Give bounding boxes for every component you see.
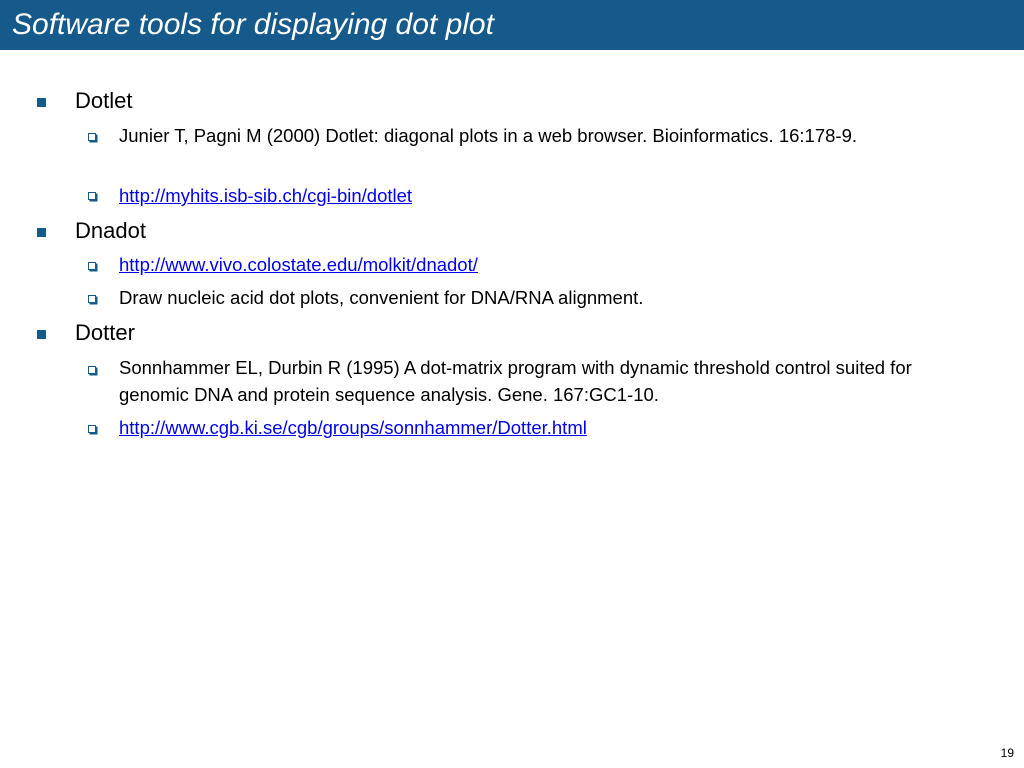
box-bullet-icon [88,192,96,200]
list-item-dotlet: Dotlet [75,88,133,113]
box-bullet-icon [88,262,96,270]
square-bullet-icon [37,330,46,339]
title-bar: Software tools for displaying dot plot [0,0,1024,50]
box-bullet-icon [88,295,96,303]
square-bullet-icon [37,228,46,237]
box-bullet-icon [88,366,96,374]
square-bullet-icon [37,98,46,107]
box-bullet-icon [88,425,96,433]
slide-title: Software tools for displaying dot plot [12,8,494,41]
list-item-dotter: Dotter [75,320,135,345]
page-number: 19 [1000,746,1014,760]
list-subitem-description: Draw nucleic acid dot plots, convenient … [119,287,644,308]
list-subitem-citation: Junier T, Pagni M (2000) Dotlet: diagona… [119,125,857,146]
list-item-dnadot: Dnadot [75,218,146,243]
list-subitem-citation: Sonnhammer EL, Durbin R (1995) A dot-mat… [119,357,912,405]
dnadot-link[interactable]: http://www.vivo.colostate.edu/molkit/dna… [119,254,478,275]
box-bullet-icon [88,133,96,141]
dotlet-link[interactable]: http://myhits.isb-sib.ch/cgi-bin/dotlet [119,185,412,206]
dotter-link[interactable]: http://www.cgb.ki.se/cgb/groups/sonnhamm… [119,417,587,438]
